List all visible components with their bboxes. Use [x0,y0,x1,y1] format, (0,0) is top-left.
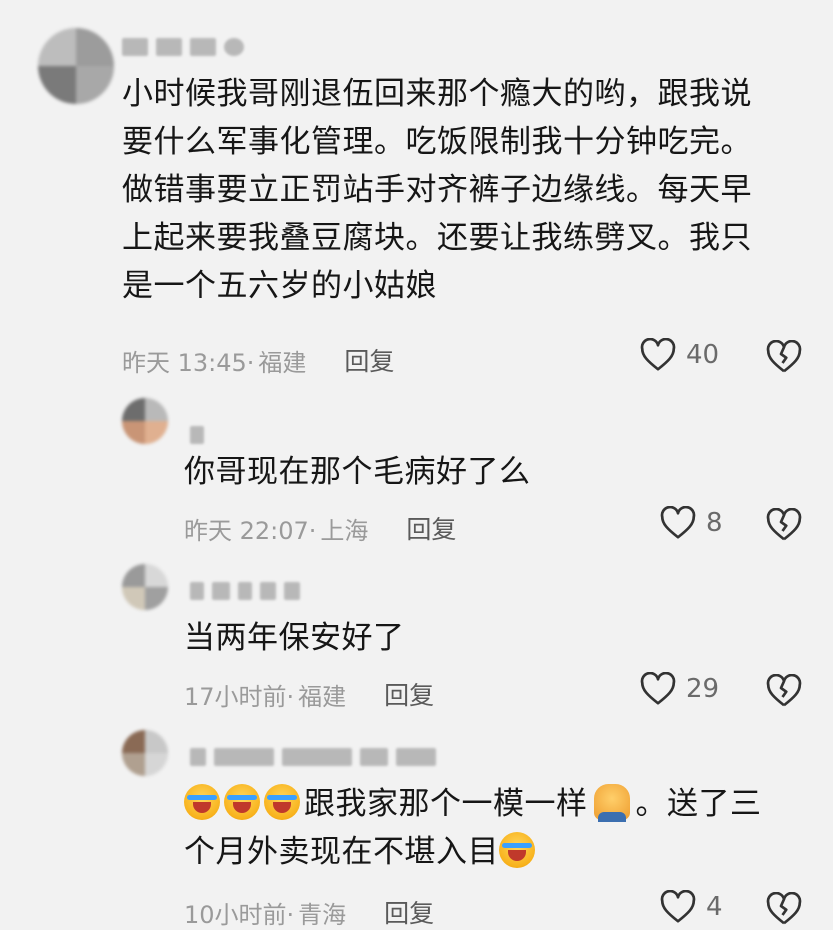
avatar[interactable] [122,398,168,444]
comment-location: 上海 [320,516,369,545]
comment-meta: 昨天 22:07· 上海 回复 [184,510,456,546]
heart-outline-icon [660,506,696,539]
username-blurred[interactable] [122,36,244,58]
comment-time: 17小时前· [184,682,295,711]
laughing-crying-emoji [264,784,300,820]
comment-text: 当两年保安好了 [184,620,405,656]
avatar[interactable] [122,730,168,776]
comment-meta: 10小时前· 青海 回复 [184,894,434,930]
heart-outline-icon [640,672,676,705]
like-button[interactable]: 4 [660,890,723,924]
like-count: 8 [706,508,723,538]
heart-outline-icon [660,890,696,923]
heart-outline-icon [640,338,676,371]
comment-location: 福建 [298,682,347,711]
comment-meta: 17小时前· 福建 回复 [184,676,434,712]
dislike-button[interactable] [766,508,802,542]
dislike-button[interactable] [766,340,802,374]
like-count: 29 [686,674,720,704]
reply-button[interactable]: 回复 [406,510,456,546]
comment-time: 10小时前· [184,900,295,929]
comment-location: 福建 [258,348,307,377]
dislike-button[interactable] [766,892,802,926]
broken-heart-icon [766,508,802,541]
avatar[interactable] [38,28,114,104]
like-count: 4 [706,892,723,922]
reply-button[interactable]: 回复 [344,342,394,378]
comment-text: 小时候我哥刚退伍回来那个瘾大的哟，跟我说 要什么军事化管理。吃饭限制我十分钟吃完… [122,76,752,304]
username-blurred[interactable] [190,424,204,446]
like-count: 40 [686,340,720,370]
comment-location: 青海 [298,900,347,929]
like-button[interactable]: 29 [640,672,719,706]
comment-meta: 昨天 13:45· 福建 回复 [122,342,394,378]
comment-text: 跟我家那个一模一样 。送了三 个月外卖现在不堪入目 [184,784,762,870]
username-blurred[interactable] [190,746,436,768]
broken-heart-icon [766,674,802,707]
comment-text: 你哥现在那个毛病好了么 [184,454,531,490]
laughing-crying-emoji [184,784,220,820]
dislike-button[interactable] [766,674,802,708]
comment-time: 昨天 13:45· [122,348,255,377]
like-button[interactable]: 8 [660,506,723,540]
broken-heart-icon [766,892,802,925]
comment-time: 昨天 22:07· [184,516,317,545]
username-blurred[interactable] [190,580,300,602]
facepalm-emoji [593,784,630,822]
reply-button[interactable]: 回复 [384,676,434,712]
avatar[interactable] [122,564,168,610]
reply-button[interactable]: 回复 [384,894,434,930]
like-button[interactable]: 40 [640,338,719,372]
laughing-crying-emoji [224,784,260,820]
broken-heart-icon [766,340,802,373]
laughing-crying-emoji [499,832,535,868]
